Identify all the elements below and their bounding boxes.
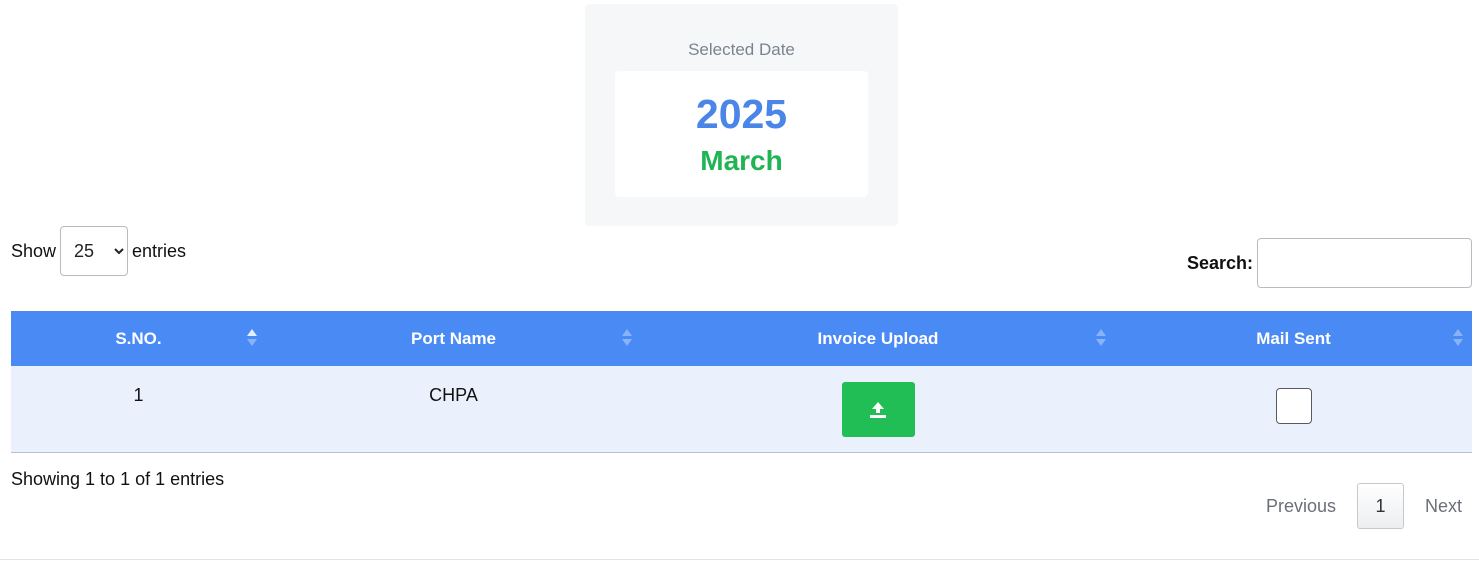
invoice-upload-button[interactable] xyxy=(841,382,915,437)
column-header-invoice-upload[interactable]: Invoice Upload xyxy=(641,311,1115,366)
column-header-sno-label: S.NO. xyxy=(115,328,162,348)
entries-per-page-select[interactable]: 25 xyxy=(60,226,129,276)
entries-length-control: Show 25 entries xyxy=(11,226,186,276)
table-row: 1 CHPA xyxy=(11,366,1472,452)
cell-invoice-upload xyxy=(641,366,1115,452)
cell-port-name: CHPA xyxy=(429,385,478,405)
divider xyxy=(0,559,1479,560)
selected-date-card: Selected Date 2025 March xyxy=(585,4,898,226)
search-control: Search: xyxy=(1187,238,1472,288)
entries-label: entries xyxy=(132,240,187,261)
pagination: Previous 1 Next xyxy=(1266,483,1462,529)
selected-year: 2025 xyxy=(695,91,788,137)
sort-icon xyxy=(1452,327,1464,349)
table-header-row: S.NO. Port Name Invoice Upload Mail Sent xyxy=(11,311,1472,366)
column-header-port-name[interactable]: Port Name xyxy=(266,311,641,366)
show-label: Show xyxy=(11,240,57,261)
upload-icon xyxy=(869,402,886,418)
search-input[interactable] xyxy=(1257,238,1472,288)
column-header-invoice-upload-label: Invoice Upload xyxy=(817,328,939,348)
column-header-sno[interactable]: S.NO. xyxy=(11,311,266,366)
column-header-mail-sent-label: Mail Sent xyxy=(1256,328,1331,348)
mail-sent-checkbox[interactable] xyxy=(1275,388,1312,424)
table-info: Showing 1 to 1 of 1 entries xyxy=(11,469,225,489)
pagination-next[interactable]: Next xyxy=(1425,496,1462,517)
cell-sno: 1 xyxy=(133,385,144,405)
column-header-mail-sent[interactable]: Mail Sent xyxy=(1115,311,1472,366)
ports-table: S.NO. Port Name Invoice Upload Mail Sent… xyxy=(11,311,1472,453)
search-label: Search: xyxy=(1186,252,1253,273)
cell-mail-sent xyxy=(1115,366,1472,452)
pagination-page-current[interactable]: 1 xyxy=(1356,483,1404,529)
sort-ascending-icon xyxy=(246,327,258,349)
selected-date-label: Selected Date xyxy=(688,40,795,59)
column-header-port-name-label: Port Name xyxy=(410,328,497,348)
pagination-previous[interactable]: Previous xyxy=(1266,496,1336,517)
sort-icon xyxy=(1095,327,1107,349)
selected-month: March xyxy=(700,145,783,176)
selected-date-display: 2025 March xyxy=(615,71,868,197)
sort-icon xyxy=(621,327,633,349)
